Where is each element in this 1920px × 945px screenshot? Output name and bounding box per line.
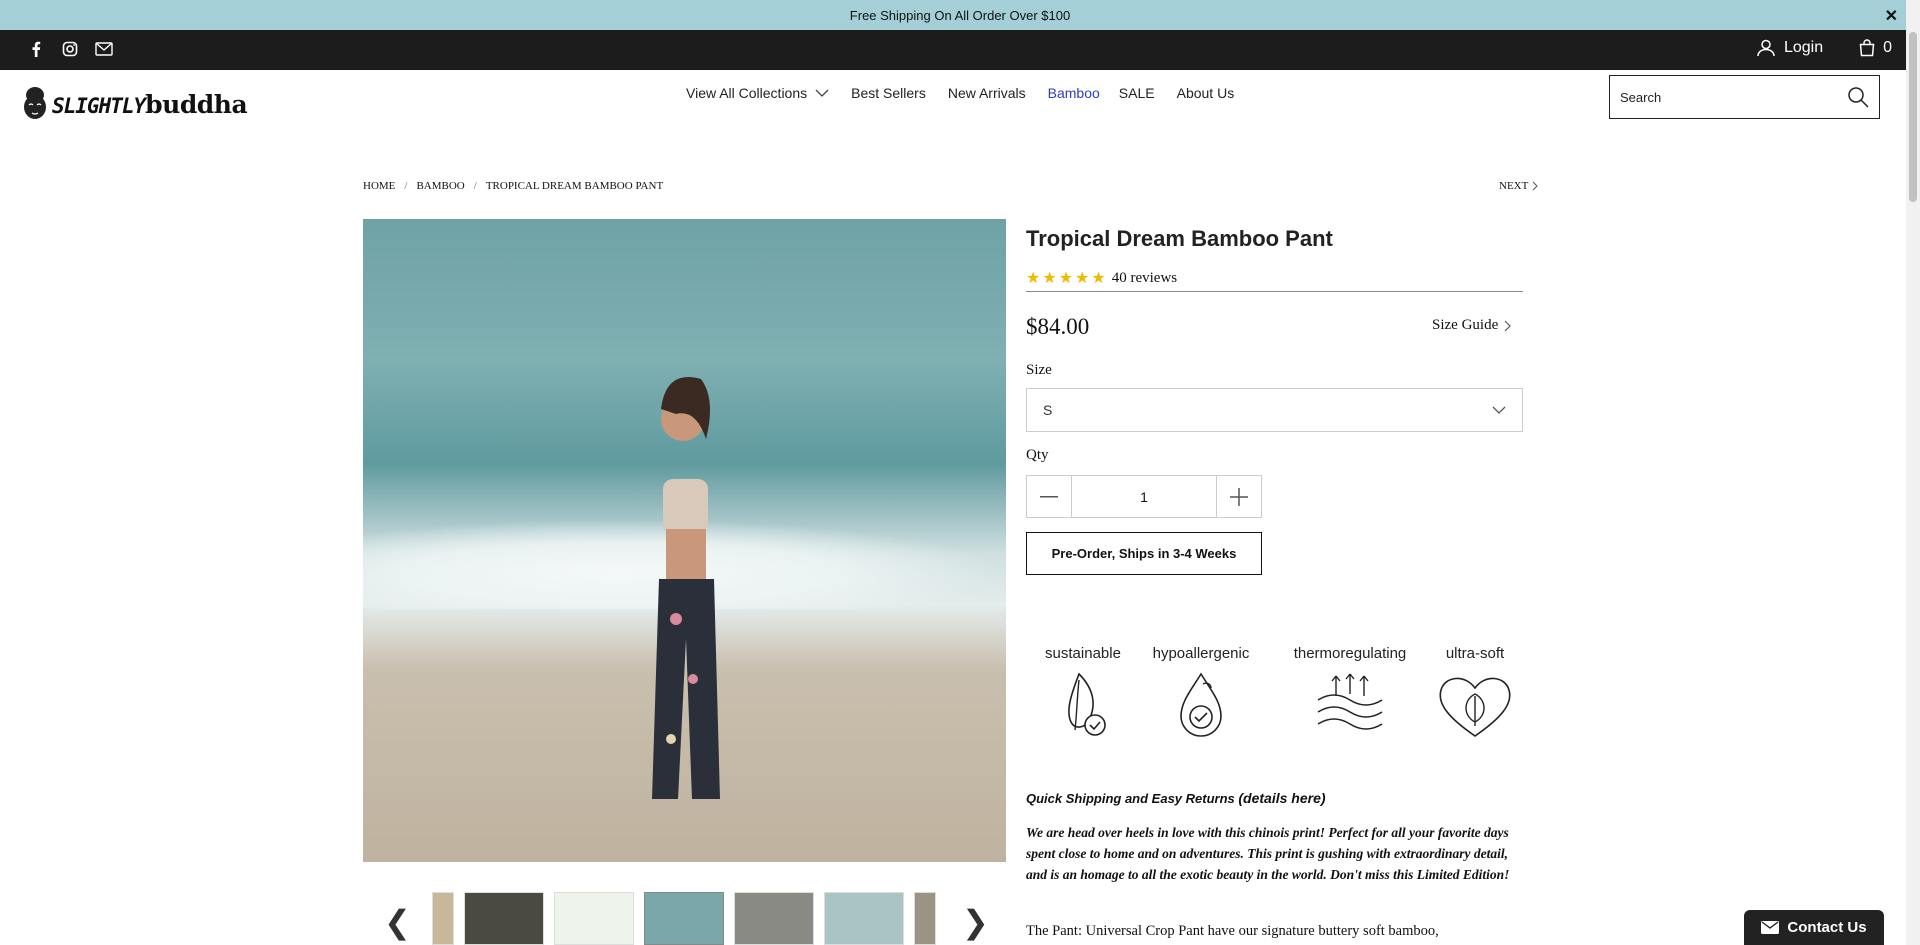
feature-label: hypoallergenic <box>1152 645 1250 662</box>
breadcrumb-separator: / <box>473 180 477 192</box>
thumbnail[interactable] <box>432 892 454 945</box>
size-guide-link[interactable]: Size Guide <box>1432 317 1512 334</box>
page-scrollbar[interactable] <box>1906 0 1920 945</box>
nav-view-all-collections[interactable]: View All Collections <box>686 85 829 101</box>
product-rating[interactable]: ★ ★ ★ ★ ★ 40 reviews <box>1026 268 1177 288</box>
feature-ultra-soft: ultra-soft <box>1430 645 1520 740</box>
product-price: $84.00 <box>1026 314 1090 339</box>
chevron-down-icon <box>1492 406 1506 414</box>
star-icon: ★ <box>1075 270 1090 287</box>
size-guide-label: Size Guide <box>1432 317 1499 333</box>
thumbnail-strip <box>432 892 1032 945</box>
qty-label: Qty <box>1026 447 1049 463</box>
carousel-prev-button[interactable]: ❮ <box>384 906 411 938</box>
announcement-bar: Free Shipping On All Order Over $100 ✕ <box>0 0 1920 30</box>
model-figure <box>652 377 720 799</box>
carousel-next-button[interactable]: ❯ <box>962 906 989 938</box>
login-link[interactable]: Login <box>1756 38 1823 58</box>
thumbnail[interactable] <box>464 892 544 945</box>
cart-link[interactable]: 0 <box>1859 39 1892 57</box>
email-icon[interactable] <box>94 39 114 59</box>
user-icon <box>1757 39 1775 57</box>
star-icon: ★ <box>1058 270 1074 287</box>
facebook-icon[interactable] <box>26 39 46 59</box>
feature-label: thermoregulating <box>1293 645 1407 662</box>
star-icon: ★ <box>1026 270 1041 287</box>
brand-logo[interactable]: SLIGHTLYbuddha <box>22 86 248 122</box>
product-title: Tropical Dream Bamboo Pant <box>1026 226 1333 251</box>
divider <box>1026 291 1523 292</box>
chevron-right-icon <box>1504 320 1512 331</box>
bag-icon <box>1859 39 1875 57</box>
feature-label: ultra-soft <box>1445 645 1505 662</box>
leaf-check-icon <box>1068 672 1106 736</box>
search-icon[interactable] <box>1847 86 1869 108</box>
product-description: The Pant: Universal Crop Pant have our s… <box>1026 923 1439 939</box>
thumbnail-active[interactable] <box>644 892 724 945</box>
quantity-input[interactable]: 1 <box>1071 476 1217 517</box>
breadcrumb-bamboo[interactable]: BAMBOO <box>416 180 464 192</box>
thumbnail[interactable] <box>554 892 634 945</box>
site-header: SLIGHTLYbuddha View All Collections Best… <box>0 70 1906 130</box>
envelope-icon <box>1761 921 1780 934</box>
search-input[interactable] <box>1620 89 1847 105</box>
instagram-icon[interactable] <box>60 39 80 59</box>
chevron-down-icon <box>815 89 829 97</box>
heart-leaf-icon <box>1439 677 1511 737</box>
cart-count: 0 <box>1883 39 1892 56</box>
plus-icon <box>1230 487 1248 506</box>
announcement-text: Free Shipping On All Order Over $100 <box>849 7 1071 23</box>
social-links <box>26 39 114 59</box>
review-count: 40 reviews <box>1111 269 1178 286</box>
feature-icons: sustainable hypoallergenic thermoregulat… <box>1026 645 1526 755</box>
feature-hypoallergenic: hypoallergenic <box>1146 645 1256 740</box>
top-bar: Login 0 <box>0 30 1906 70</box>
minus-icon <box>1040 495 1058 497</box>
nav-best-sellers[interactable]: Best Sellers <box>851 85 926 101</box>
shipping-info: Quick Shipping and Easy Returns (details… <box>1026 790 1326 806</box>
star-icon: ★ <box>1042 270 1057 287</box>
quantity-stepper: 1 <box>1026 475 1262 518</box>
feature-thermoregulating: thermoregulating <box>1280 645 1420 740</box>
chevron-right-icon <box>1532 181 1539 191</box>
breadcrumb-current: TROPICAL DREAM BAMBOO PANT <box>485 180 664 192</box>
product-main-image[interactable] <box>363 219 1006 862</box>
decrease-qty-button[interactable] <box>1027 476 1071 517</box>
nav-bamboo[interactable]: Bamboo <box>1048 85 1100 101</box>
size-label: Size <box>1026 362 1052 378</box>
brand-wordmark: SLIGHTLYbuddha <box>52 89 248 119</box>
contact-label: Contact Us <box>1787 919 1867 936</box>
thumbnail[interactable] <box>824 892 904 945</box>
breadcrumb: HOME / BAMBOO / TROPICAL DREAM BAMBOO PA… <box>363 180 663 192</box>
product-highlight: We are head over heels in love with this… <box>1026 825 1510 882</box>
scrollbar-thumb[interactable] <box>1909 32 1917 202</box>
account-area: Login 0 <box>1756 38 1892 58</box>
size-select[interactable]: S <box>1026 388 1523 432</box>
buddha-logo-icon <box>24 87 46 119</box>
shipping-text: Quick Shipping and Easy Returns <box>1026 791 1235 806</box>
airflow-icon <box>1317 673 1383 730</box>
feature-label: sustainable <box>1045 645 1121 662</box>
contact-us-button[interactable]: Contact Us <box>1744 910 1884 945</box>
breadcrumb-home[interactable]: HOME <box>363 180 395 192</box>
preorder-button[interactable]: Pre-Order, Ships in 3-4 Weeks <box>1026 532 1262 575</box>
shipping-details-link[interactable]: (details here) <box>1238 790 1325 806</box>
next-product-link[interactable]: NEXT <box>1499 180 1539 192</box>
breadcrumb-separator: / <box>404 180 408 192</box>
main-nav: View All Collections Best Sellers New Ar… <box>686 85 1256 101</box>
size-selected-value: S <box>1043 402 1053 418</box>
star-icon: ★ <box>1091 270 1106 287</box>
close-announcement-button[interactable]: ✕ <box>1885 6 1898 26</box>
thumbnail[interactable] <box>914 892 936 945</box>
drop-check-icon <box>1180 672 1222 737</box>
login-label: Login <box>1783 39 1824 56</box>
thumbnail[interactable] <box>734 892 814 945</box>
nav-about-us[interactable]: About Us <box>1177 85 1235 101</box>
next-label: NEXT <box>1499 180 1529 192</box>
increase-qty-button[interactable] <box>1217 476 1261 517</box>
nav-sale[interactable]: SALE <box>1119 85 1155 101</box>
feature-sustainable: sustainable <box>1038 645 1128 740</box>
nav-new-arrivals[interactable]: New Arrivals <box>948 85 1026 101</box>
search-box <box>1609 75 1880 119</box>
